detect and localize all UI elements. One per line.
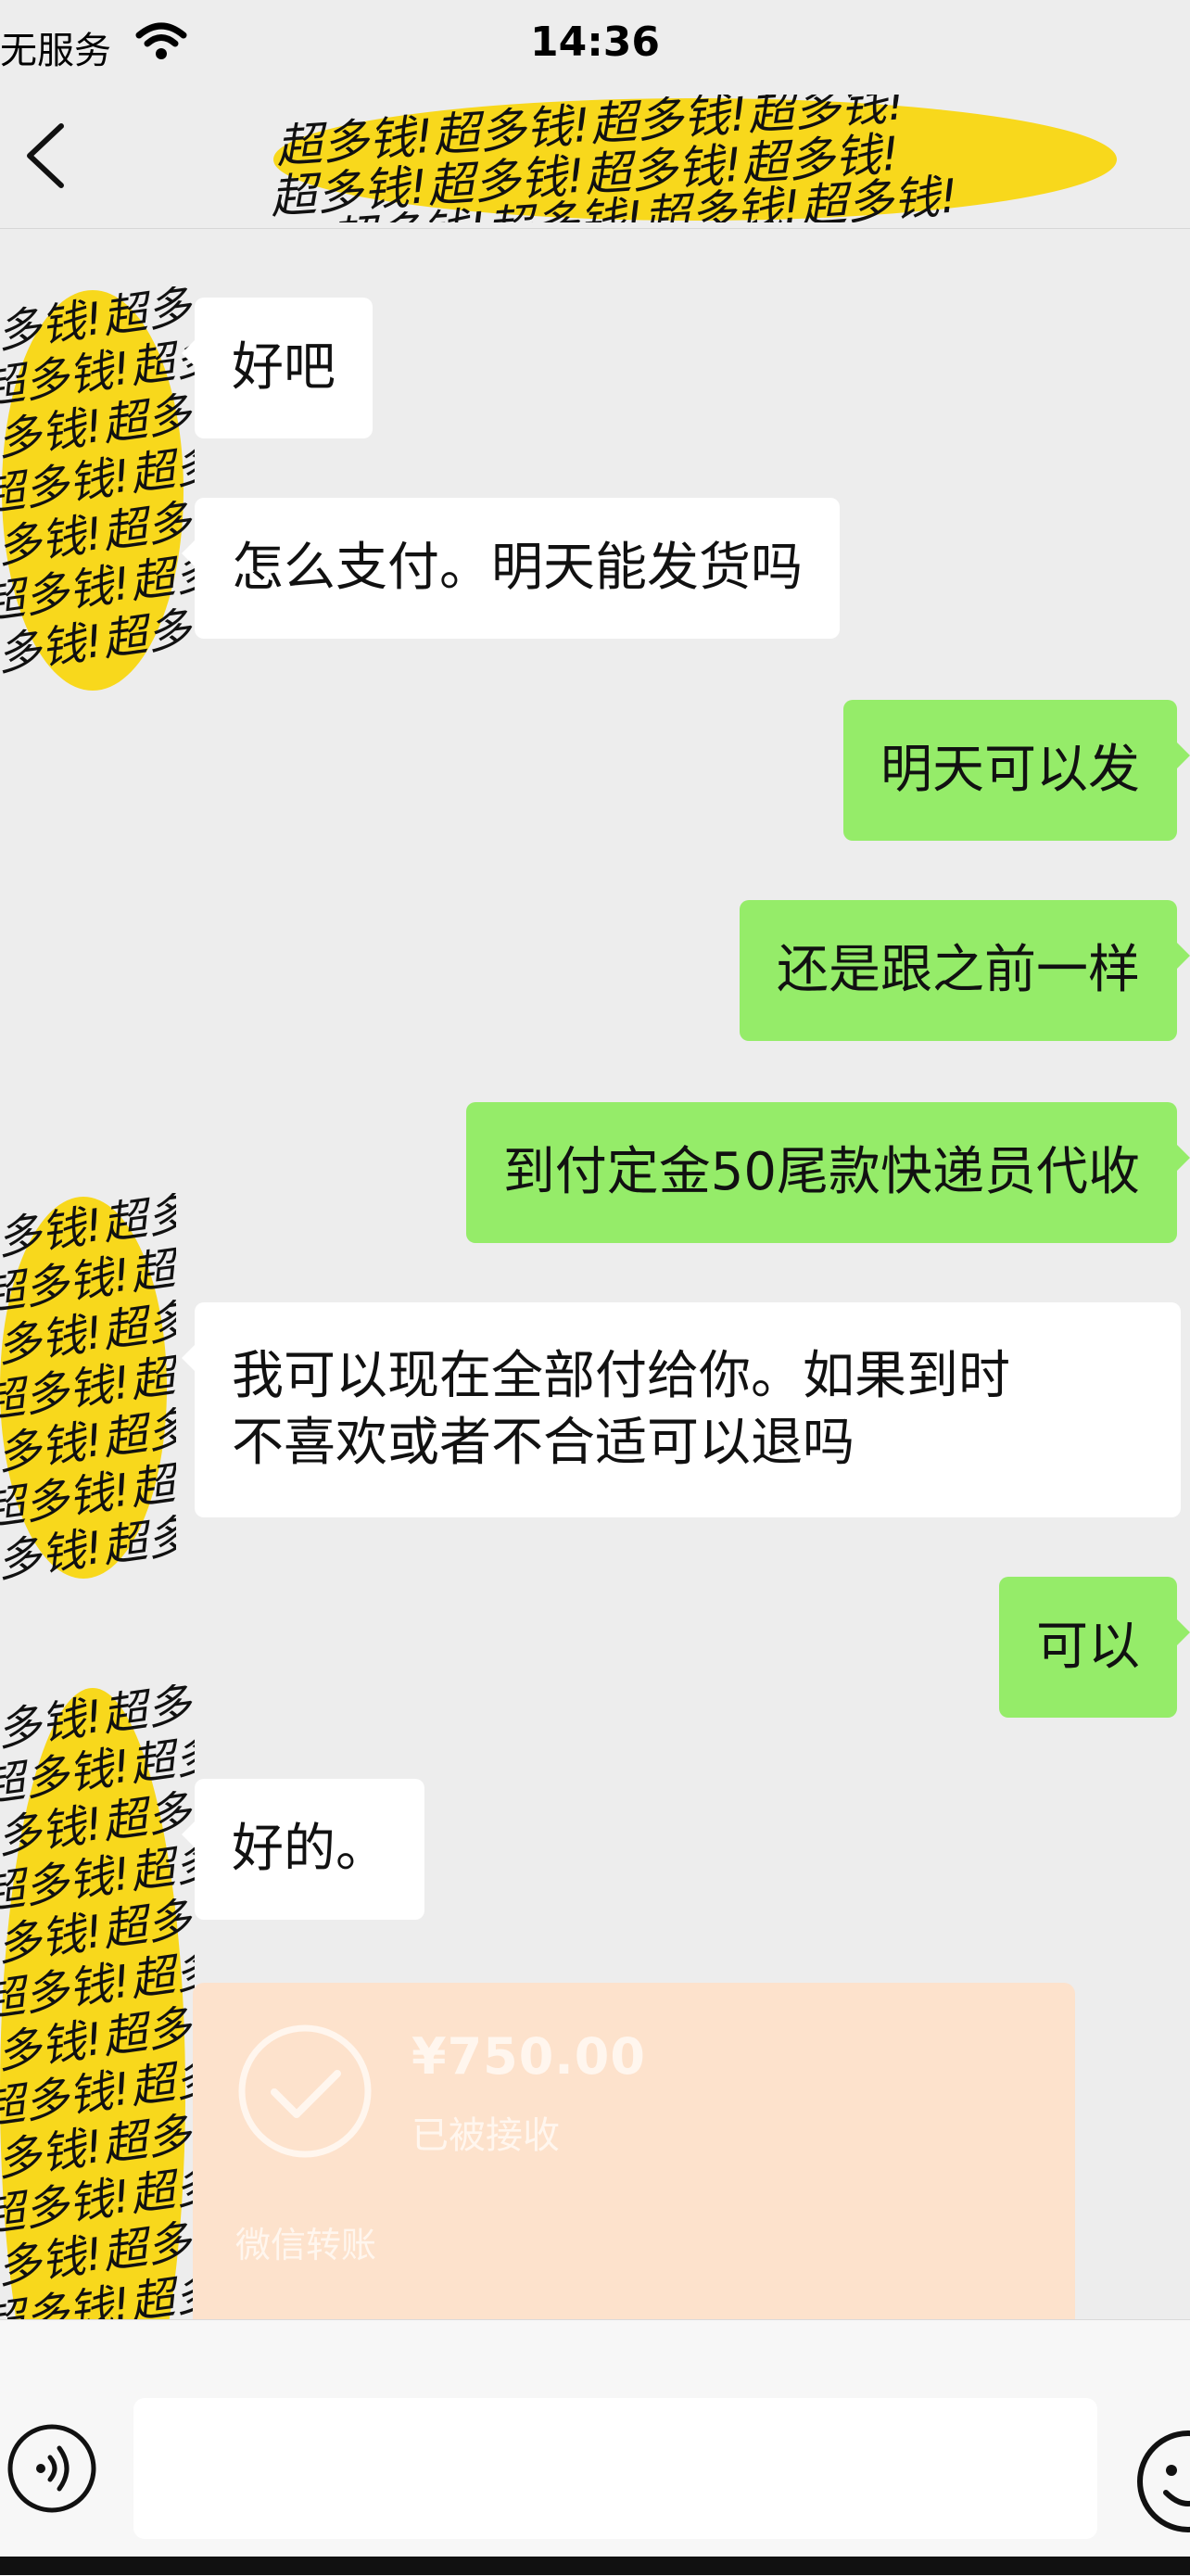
- check-circle-icon: [238, 2024, 372, 2158]
- voice-icon[interactable]: [6, 2422, 98, 2515]
- message-bubble[interactable]: 到付定金50尾款快递员代收: [465, 1102, 1190, 1243]
- home-indicator-bar: [0, 2557, 1190, 2575]
- message-bubble[interactable]: 我可以现在全部付给你。如果到时 不喜欢或者不合适可以退吗: [182, 1302, 1181, 1517]
- message-bubble[interactable]: 还是跟之前一样: [740, 900, 1190, 1041]
- message-bubble[interactable]: 怎么支付。明天能发货吗: [182, 498, 840, 639]
- contact-avatar[interactable]: 超多钱!超多钱!超多钱!超多钱!超多钱!超多钱!超多钱!超多钱!超多钱!超多钱!…: [0, 1193, 176, 1582]
- message-bubble[interactable]: 好吧: [182, 298, 373, 438]
- back-chevron-icon[interactable]: [13, 119, 78, 193]
- message-bubble[interactable]: 明天可以发: [843, 700, 1190, 841]
- message-list[interactable]: 超多钱!超多钱! 超多钱!超多钱! 超多钱!超多钱! 超多钱!超多钱! 超多钱!超多钱!…: [0, 229, 1190, 2500]
- message-bubble[interactable]: 可以: [999, 1577, 1190, 1718]
- transfer-label: 微信转账: [235, 2225, 377, 2265]
- input-bar: [0, 2319, 1190, 2576]
- transfer-status: 已被接收: [411, 2114, 560, 2157]
- chat-header: 超多钱!超多钱!超多钱!超多钱! 超多钱!超多钱!超多钱!超多钱! 超多钱!超多…: [0, 89, 1190, 229]
- emoji-icon[interactable]: [1133, 2426, 1190, 2537]
- transfer-amount: ¥750.00: [411, 2027, 646, 2086]
- message-input[interactable]: [133, 2398, 1097, 2539]
- contact-name-redaction: 超多钱!超多钱!超多钱!超多钱! 超多钱!超多钱!超多钱!超多钱! 超多钱!超多…: [269, 95, 1117, 222]
- contact-avatar[interactable]: 超多钱!超多钱!超多钱!超多钱!超多钱!超多钱!超多钱!超多钱!超多钱!超多钱!…: [0, 286, 195, 694]
- status-bar: 无服务 14:36: [0, 0, 1190, 89]
- status-time: 14:36: [529, 19, 661, 66]
- message-bubble[interactable]: 好的。: [182, 1779, 424, 1920]
